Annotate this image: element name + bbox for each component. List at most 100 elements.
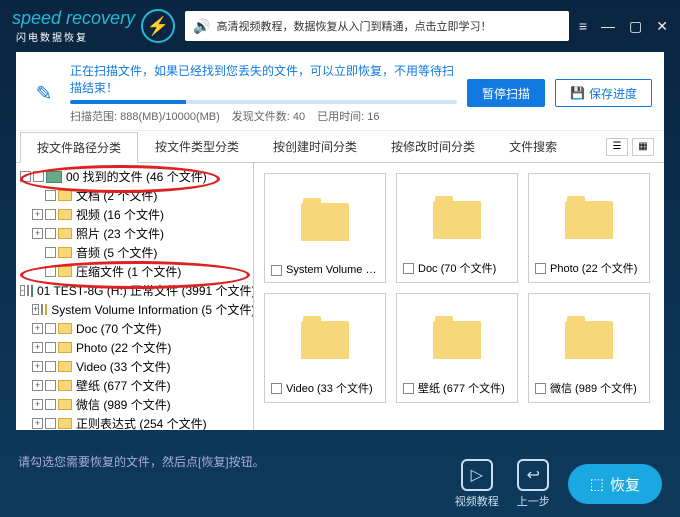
folder-icon — [58, 190, 72, 201]
tree-item[interactable]: + Video (33 个文件) — [16, 357, 253, 376]
checkbox[interactable] — [45, 361, 56, 372]
expand-icon[interactable]: + — [32, 418, 43, 429]
recover-button[interactable]: ⬚ 恢复 — [568, 464, 662, 504]
folder-icon — [301, 321, 349, 359]
tree-label: 01 TEST-8G (H:) 正常文件 (3991 个文件) — [37, 282, 254, 299]
tree-label: 视频 (16 个文件) — [76, 206, 164, 223]
checkbox[interactable] — [403, 383, 414, 394]
expand-icon[interactable]: - — [20, 171, 31, 182]
drive-icon — [31, 285, 33, 297]
tree-item[interactable]: 压缩文件 (1 个文件) — [16, 262, 253, 281]
window-controls: ≡ — ▢ ✕ — [579, 18, 668, 35]
checkbox[interactable] — [45, 418, 56, 429]
file-grid[interactable]: System Volume In...Doc (70 个文件)Photo (22… — [254, 163, 664, 430]
checkbox[interactable] — [45, 380, 56, 391]
app-logo: speed recovery 闪电数据恢复 ⚡ — [12, 8, 175, 44]
checkbox[interactable] — [535, 263, 546, 274]
tab-by-created[interactable]: 按创建时间分类 — [256, 131, 374, 162]
grid-item[interactable]: Doc (70 个文件) — [396, 173, 518, 283]
save-progress-button[interactable]: 💾保存进度 — [555, 79, 652, 107]
checkbox[interactable] — [45, 266, 56, 277]
checkbox[interactable] — [271, 265, 282, 276]
folder-icon — [58, 399, 72, 410]
close-icon[interactable]: ✕ — [656, 18, 668, 35]
checkbox[interactable] — [45, 228, 56, 239]
tree-item[interactable]: + System Volume Information (5 个文件) — [16, 300, 253, 319]
folder-icon — [565, 321, 613, 359]
tab-by-type[interactable]: 按文件类型分类 — [138, 131, 256, 162]
expand-icon[interactable]: + — [32, 361, 43, 372]
expand-icon[interactable]: + — [32, 380, 43, 391]
progress-bar — [70, 100, 457, 104]
tree-item[interactable]: - 01 TEST-8G (H:) 正常文件 (3991 个文件) — [16, 281, 253, 300]
minimize-icon[interactable]: — — [601, 18, 615, 35]
grid-item[interactable]: Photo (22 个文件) — [528, 173, 650, 283]
scan-stats: 扫描范围: 888(MB)/10000(MB) 发现文件数: 40 已用时间: … — [70, 108, 457, 124]
folder-icon — [433, 201, 481, 239]
tree-item[interactable]: -00 找到的文件 (46 个文件) — [16, 167, 253, 186]
checkbox[interactable] — [45, 323, 56, 334]
expand-icon[interactable]: - — [20, 285, 25, 296]
save-icon: 💾 — [570, 86, 585, 100]
tree-label: 照片 (23 个文件) — [76, 225, 164, 242]
pause-scan-button[interactable]: 暂停扫描 — [467, 79, 545, 107]
grid-item[interactable]: Video (33 个文件) — [264, 293, 386, 403]
tutorial-banner[interactable]: 🔊 高清视频教程，数据恢复从入门到精通，点击立即学习！ — [185, 11, 569, 41]
checkbox[interactable] — [41, 304, 43, 315]
expand-icon[interactable]: + — [32, 304, 39, 315]
tree-item[interactable]: + Photo (22 个文件) — [16, 338, 253, 357]
tree-label: Photo (22 个文件) — [76, 339, 171, 356]
checkbox[interactable] — [27, 285, 29, 296]
checkbox[interactable] — [403, 263, 414, 274]
folder-icon — [565, 201, 613, 239]
checkbox[interactable] — [535, 383, 546, 394]
maximize-icon[interactable]: ▢ — [629, 18, 642, 35]
view-list-icon[interactable]: ☰ — [606, 138, 628, 156]
expand-icon[interactable]: + — [32, 342, 43, 353]
back-icon: ↩ — [517, 459, 549, 491]
banner-text: 高清视频教程，数据恢复从入门到精通，点击立即学习！ — [217, 18, 492, 34]
grid-item[interactable]: 微信 (989 个文件) — [528, 293, 650, 403]
checkbox[interactable] — [33, 171, 44, 182]
tree-item[interactable]: +Doc (70 个文件) — [16, 319, 253, 338]
tree-item[interactable]: +微信 (989 个文件) — [16, 395, 253, 414]
tab-search[interactable]: 文件搜索 — [492, 131, 574, 162]
tree-item[interactable]: 音频 (5 个文件) — [16, 243, 253, 262]
checkbox[interactable] — [45, 247, 56, 258]
folder-icon — [58, 361, 72, 372]
folder-icon — [58, 266, 72, 277]
grid-item[interactable]: 壁纸 (677 个文件) — [396, 293, 518, 403]
title-bar: speed recovery 闪电数据恢复 ⚡ 🔊 高清视频教程，数据恢复从入门… — [0, 0, 680, 52]
tree-label: 音频 (5 个文件) — [76, 244, 157, 261]
expand-icon[interactable]: + — [32, 209, 43, 220]
view-grid-icon[interactable]: ▦ — [632, 138, 654, 156]
folder-icon — [58, 228, 72, 239]
back-button[interactable]: ↩ 上一步 — [517, 459, 550, 509]
play-icon: ▷ — [461, 459, 493, 491]
tree-item[interactable]: +壁纸 (677 个文件) — [16, 376, 253, 395]
tree-item[interactable]: + 视频 (16 个文件) — [16, 205, 253, 224]
expand-icon[interactable]: + — [32, 228, 43, 239]
tree-label: System Volume Information (5 个文件) — [51, 301, 254, 318]
tab-by-modified[interactable]: 按修改时间分类 — [374, 131, 492, 162]
checkbox[interactable] — [271, 383, 282, 394]
grid-item[interactable]: System Volume In... — [264, 173, 386, 283]
expand-icon[interactable]: + — [32, 399, 43, 410]
video-tutorial-button[interactable]: ▷ 视频教程 — [455, 459, 499, 509]
checkbox[interactable] — [45, 399, 56, 410]
footer: 请勾选您需要恢复的文件，然后点[恢复]按钮。 ▷ 视频教程 ↩ 上一步 ⬚ 恢复 — [0, 439, 680, 517]
folder-icon — [301, 203, 349, 241]
tree-label: Video (33 个文件) — [76, 358, 170, 375]
tree-item[interactable]: + 照片 (23 个文件) — [16, 224, 253, 243]
menu-icon[interactable]: ≡ — [579, 18, 587, 35]
checkbox[interactable] — [45, 209, 56, 220]
filter-tabs: 按文件路径分类 按文件类型分类 按创建时间分类 按修改时间分类 文件搜索 ☰ ▦ — [16, 131, 664, 163]
tree-item[interactable]: 文档 (2 个文件) — [16, 186, 253, 205]
recover-icon: ⬚ — [590, 475, 604, 493]
expand-icon[interactable]: + — [32, 323, 43, 334]
file-tree[interactable]: -00 找到的文件 (46 个文件) 文档 (2 个文件) + 视频 (16 个文件… — [16, 163, 254, 430]
checkbox[interactable] — [45, 190, 56, 201]
checkbox[interactable] — [45, 342, 56, 353]
tree-item[interactable]: +正则表达式 (254 个文件) — [16, 414, 253, 430]
tab-by-path[interactable]: 按文件路径分类 — [20, 132, 138, 163]
